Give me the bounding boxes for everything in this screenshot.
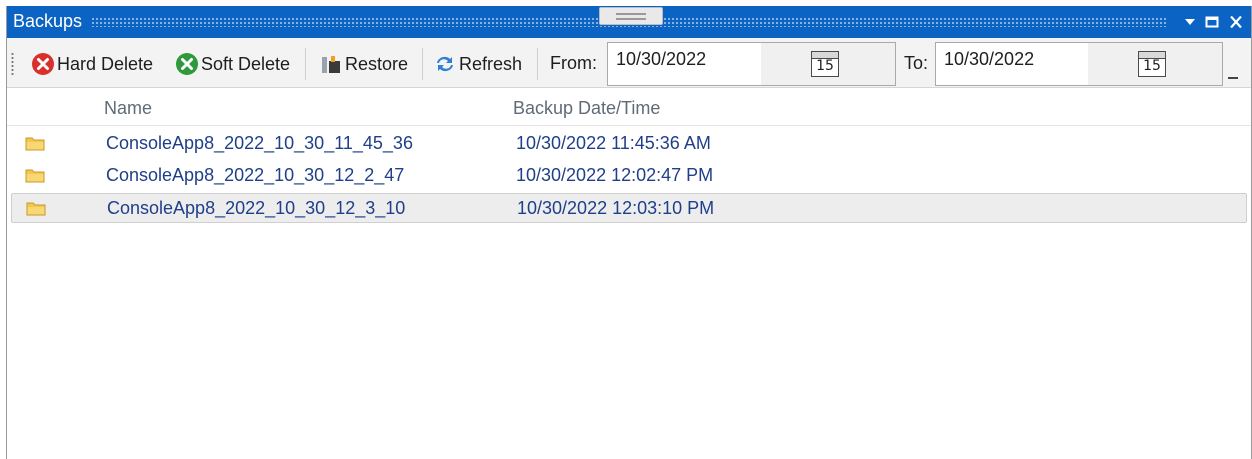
hard-delete-button[interactable]: Hard Delete bbox=[31, 50, 153, 78]
from-label: From: bbox=[550, 53, 597, 73]
toolbar-separator bbox=[305, 48, 306, 80]
table-row-selected[interactable]: ConsoleApp8_2022_10_30_12_3_10 10/30/202… bbox=[11, 193, 1247, 223]
table-row[interactable]: ConsoleApp8_2022_10_30_11_45_36 10/30/20… bbox=[11, 129, 1247, 159]
maximize-icon[interactable] bbox=[1201, 6, 1223, 38]
row-datetime: 10/30/2022 11:45:36 AM bbox=[516, 133, 711, 153]
toolbar-separator bbox=[537, 48, 538, 80]
hard-delete-icon bbox=[31, 52, 55, 76]
close-icon[interactable] bbox=[1225, 6, 1247, 38]
to-label: To: bbox=[904, 53, 929, 73]
refresh-icon bbox=[433, 52, 457, 76]
to-calendar-button[interactable]: 15 bbox=[1088, 43, 1222, 85]
row-datetime: 10/30/2022 12:02:47 PM bbox=[516, 165, 714, 185]
toolbar: Hard Delete Soft Delete Restore Refresh … bbox=[7, 38, 1251, 88]
restore-button[interactable]: Restore bbox=[319, 50, 408, 78]
to-date-input[interactable]: 10/30/2022 bbox=[944, 49, 1034, 70]
toolbar-grip[interactable] bbox=[11, 52, 14, 76]
row-datetime: 10/30/2022 12:03:10 PM bbox=[517, 198, 715, 218]
row-name: ConsoleApp8_2022_10_30_11_45_36 bbox=[106, 133, 413, 153]
folder-icon bbox=[26, 202, 46, 216]
column-header-name[interactable]: Name bbox=[104, 98, 152, 119]
hard-delete-label: Hard Delete bbox=[57, 53, 154, 74]
from-date-input[interactable]: 10/30/2022 bbox=[616, 49, 706, 70]
soft-delete-icon bbox=[175, 52, 199, 76]
list-header: Name Backup Date/Time bbox=[7, 88, 1251, 126]
calendar-icon: 15 bbox=[1138, 51, 1166, 77]
column-header-backup-datetime[interactable]: Backup Date/Time bbox=[513, 98, 660, 119]
restore-label: Restore bbox=[345, 53, 409, 74]
table-row[interactable]: ConsoleApp8_2022_10_30_12_2_47 10/30/202… bbox=[11, 161, 1247, 191]
row-name: ConsoleApp8_2022_10_30_12_2_47 bbox=[106, 165, 405, 185]
window-title: Backups bbox=[13, 11, 83, 31]
backups-list: Name Backup Date/Time ConsoleApp8_2022_1… bbox=[7, 88, 1251, 459]
dock-drag-handle[interactable] bbox=[599, 7, 663, 25]
refresh-button[interactable]: Refresh bbox=[433, 50, 522, 78]
soft-delete-label: Soft Delete bbox=[201, 53, 291, 74]
dropdown-arrow-icon[interactable] bbox=[1179, 6, 1201, 38]
calendar-day: 15 bbox=[1143, 58, 1161, 74]
calendar-icon: 15 bbox=[811, 51, 839, 77]
from-calendar-button[interactable]: 15 bbox=[761, 43, 895, 85]
title-bar[interactable]: Backups bbox=[7, 6, 1251, 38]
folder-icon bbox=[25, 137, 45, 151]
restore-icon bbox=[319, 52, 343, 76]
refresh-label: Refresh bbox=[459, 53, 523, 74]
from-date-picker[interactable]: 10/30/2022 15 bbox=[607, 42, 896, 86]
calendar-day: 15 bbox=[816, 58, 834, 74]
toolbar-separator bbox=[422, 48, 423, 80]
toolbar-overflow-button[interactable] bbox=[1227, 74, 1239, 80]
to-date-picker[interactable]: 10/30/2022 15 bbox=[935, 42, 1223, 86]
backups-panel: Backups Hard Delete Soft Delete Restore … bbox=[6, 6, 1252, 459]
row-name: ConsoleApp8_2022_10_30_12_3_10 bbox=[107, 198, 406, 218]
soft-delete-button[interactable]: Soft Delete bbox=[175, 50, 290, 78]
folder-icon bbox=[25, 169, 45, 183]
